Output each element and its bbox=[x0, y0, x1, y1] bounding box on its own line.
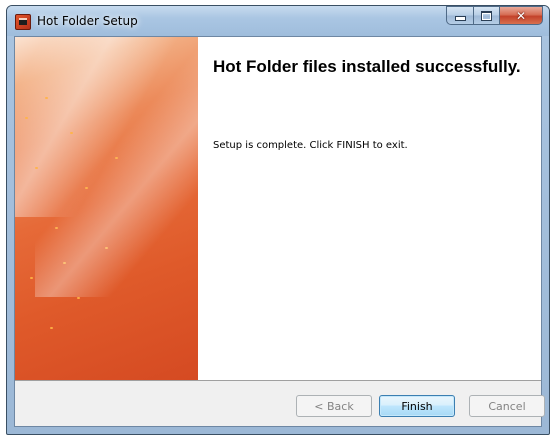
cancel-button[interactable]: Cancel bbox=[469, 395, 545, 417]
finish-button[interactable]: Finish bbox=[379, 395, 455, 417]
banner-speck bbox=[30, 277, 33, 279]
banner-speck bbox=[70, 132, 73, 134]
banner-speck bbox=[115, 157, 118, 159]
banner-speck bbox=[45, 97, 48, 99]
caption-buttons: ✕ bbox=[446, 6, 543, 26]
page-title: Hot Folder files installed successfully. bbox=[213, 57, 521, 76]
completion-message: Setup is complete. Click FINISH to exit. bbox=[213, 140, 408, 151]
wizard-client-area: Hot Folder files installed successfully.… bbox=[14, 36, 545, 427]
wizard-side-banner bbox=[15, 37, 198, 380]
maximize-icon bbox=[481, 10, 492, 21]
minimize-button[interactable] bbox=[446, 6, 473, 25]
wizard-content: Hot Folder files installed successfully.… bbox=[198, 37, 541, 380]
title-bar[interactable]: Hot Folder Setup ✕ bbox=[7, 6, 549, 36]
wizard-button-bar: < Back Finish Cancel bbox=[15, 380, 545, 426]
setup-wizard-window: Hot Folder Setup ✕ Hot Folder files inst… bbox=[6, 5, 550, 435]
banner-speck bbox=[55, 227, 58, 229]
banner-speck bbox=[85, 187, 88, 189]
app-icon[interactable] bbox=[15, 14, 31, 30]
close-button[interactable]: ✕ bbox=[499, 6, 543, 25]
banner-speck bbox=[25, 117, 28, 119]
window-title: Hot Folder Setup bbox=[37, 14, 138, 28]
banner-speck bbox=[77, 297, 80, 299]
banner-speck bbox=[105, 247, 108, 249]
maximize-button[interactable] bbox=[473, 6, 499, 25]
banner-speck bbox=[50, 327, 53, 329]
banner-speck bbox=[35, 167, 38, 169]
banner-speck bbox=[63, 262, 66, 264]
back-button[interactable]: < Back bbox=[296, 395, 372, 417]
close-icon: ✕ bbox=[515, 8, 527, 23]
minimize-icon bbox=[454, 16, 466, 21]
